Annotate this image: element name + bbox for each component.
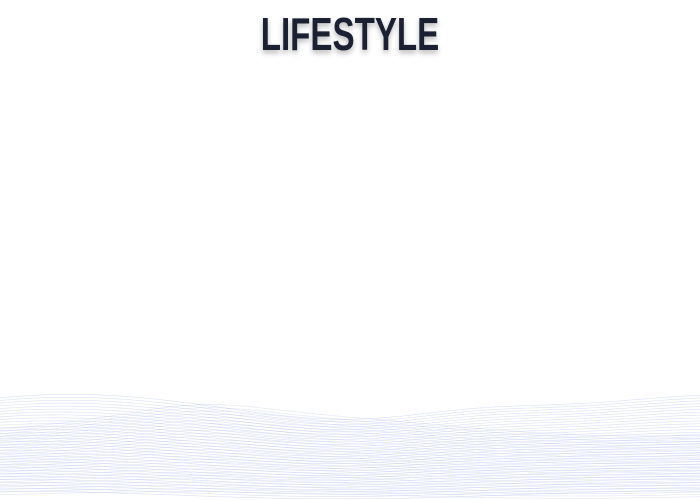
- page-title: LIFESTYLE: [260, 8, 440, 60]
- page: LIFESTYLE: [0, 0, 700, 500]
- wave-line: [0, 399, 700, 425]
- wave-decoration: [0, 394, 700, 500]
